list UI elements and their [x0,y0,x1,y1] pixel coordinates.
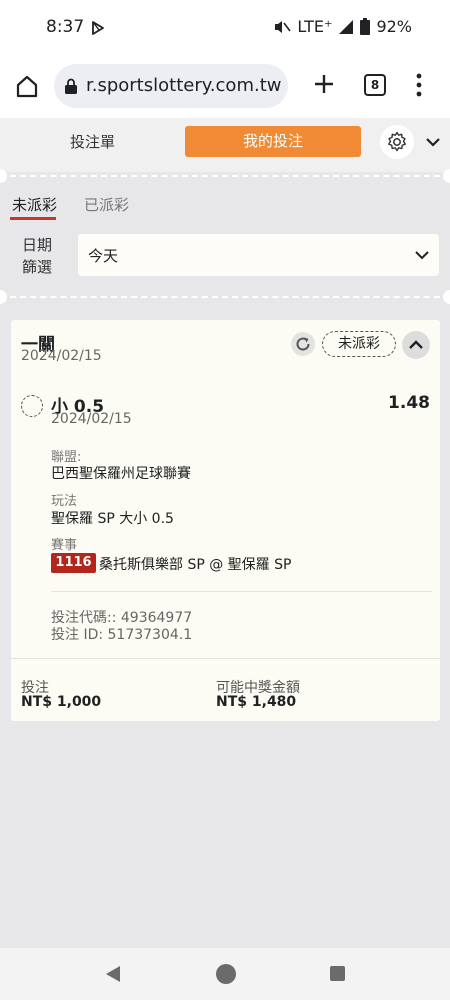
new-tab-icon[interactable] [310,70,338,98]
selection-date: 2024/02/15 [51,411,132,427]
status-time: 8:37 [46,17,85,37]
stake-value: NT$ 1,000 [21,694,102,710]
active-tab-indicator [10,217,56,220]
selection-status-icon [21,395,43,417]
date-filter-select[interactable]: 今天 [78,234,439,276]
system-nav-bar [0,948,450,1000]
bet-date: 2024/02/15 [21,348,102,364]
chevron-down-icon[interactable] [425,134,441,150]
bet-id: 投注 ID: 51737304.1 [51,627,193,643]
more-menu-icon[interactable] [412,72,426,98]
ticket-notch [0,290,7,304]
selection-odds: 1.48 [388,393,430,413]
mute-icon [275,20,292,33]
market-label: 玩法 [51,494,78,509]
event-label: 賽事 [51,538,78,553]
date-filter-value: 今天 [88,247,119,265]
tab-switcher-button[interactable]: 8 [364,74,386,96]
payout-value: NT$ 1,480 [216,694,297,710]
gear-icon [388,131,406,152]
recents-icon[interactable] [330,966,345,981]
network-type: LTE⁺ [297,17,333,36]
status-bar: 8:37 LTE⁺ 92% [0,0,450,56]
refresh-button[interactable] [291,332,315,356]
lock-icon [65,78,77,94]
refresh-icon [296,337,310,351]
date-filter-label: 日期篩選 [22,236,53,276]
event-id-badge: 1116 [51,553,96,573]
bet-card: 一關 2024/02/15 未派彩 小 0.5 2024/02/15 1.48 … [11,320,440,721]
market-value: 聖保羅 SP 大小 0.5 [51,511,174,527]
collapse-card-button[interactable] [402,331,430,359]
ticket-notch [443,169,450,183]
divider [51,591,432,592]
ticket-notch [443,290,450,304]
divider [0,175,450,177]
play-store-icon [92,21,104,35]
address-bar[interactable]: r.sportslottery.com.tw [54,64,288,108]
url-text: r.sportslottery.com.tw [86,75,282,96]
event-name: 桑托斯俱樂部 SP @ 聖保羅 SP [99,557,292,573]
home-nav-icon[interactable] [216,964,236,984]
chevron-down-icon [415,251,429,260]
settings-button[interactable] [380,125,414,159]
battery-icon [360,18,371,35]
back-icon[interactable] [104,965,122,983]
battery-level: 92% [376,17,412,36]
tab-my-bets[interactable]: 我的投注 [185,126,361,157]
tab-betslip[interactable]: 投注單 [20,126,165,158]
signal-icon [339,19,354,34]
home-icon[interactable] [14,73,40,99]
subtab-settled[interactable]: 已派彩 [84,194,129,215]
app-header: 投注單 我的投注 [0,118,450,172]
browser-toolbar: r.sportslottery.com.tw 8 [0,56,450,118]
chevron-up-icon [409,340,423,349]
league-value: 巴西聖保羅州足球聯賽 [51,466,191,482]
divider [0,296,450,298]
status-badge: 未派彩 [322,331,396,357]
divider [11,658,440,659]
subtab-unsettled[interactable]: 未派彩 [12,194,57,215]
